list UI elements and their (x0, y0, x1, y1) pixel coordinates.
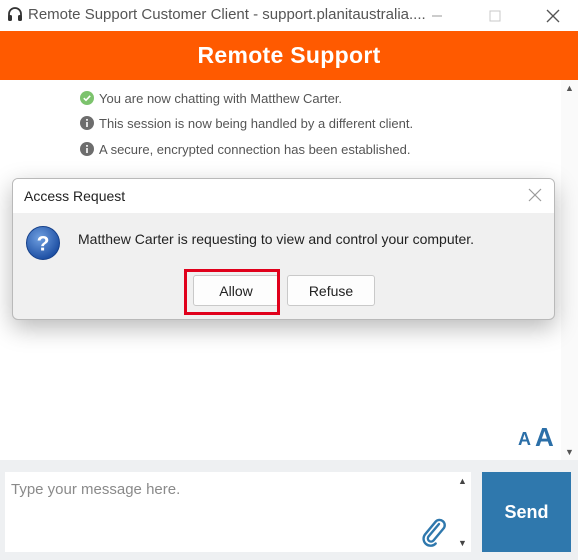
dialog-titlebar: Access Request (13, 179, 554, 213)
message-input[interactable] (5, 472, 454, 552)
input-scroll-up-icon[interactable]: ▲ (458, 476, 467, 486)
dialog-close-icon[interactable] (528, 188, 542, 202)
app-header: Remote Support (0, 31, 578, 80)
chat-message-text: A secure, encrypted connection has been … (99, 141, 411, 157)
info-icon (80, 116, 94, 130)
chat-scrollbar[interactable]: ▲ ▼ (561, 80, 578, 460)
maximize-icon (489, 10, 501, 21)
refuse-button[interactable]: Refuse (287, 275, 375, 306)
increase-font-button[interactable]: A (535, 424, 554, 450)
paperclip-icon[interactable] (420, 516, 448, 548)
header-title: Remote Support (197, 42, 381, 68)
decrease-font-button[interactable]: A (518, 429, 531, 450)
send-button[interactable]: Send (482, 472, 571, 552)
dialog-message: Matthew Carter is requesting to view and… (78, 231, 475, 247)
window-title: Remote Support Customer Client - support… (28, 6, 426, 23)
check-circle-icon (80, 91, 94, 105)
access-request-dialog: Access Request ? Matthew Carter is reque… (12, 178, 555, 320)
dialog-title: Access Request (24, 188, 126, 204)
chat-message-text: This session is now being handled by a d… (99, 115, 414, 131)
input-scroll-down-icon[interactable]: ▼ (458, 538, 467, 548)
headset-icon (8, 7, 22, 21)
info-icon (80, 142, 94, 156)
chat-message: You are now chatting with Matthew Carter… (80, 89, 342, 107)
input-scrollbar[interactable]: ▲ ▼ (454, 472, 471, 552)
chat-message: This session is now being handled by a d… (80, 114, 413, 132)
allow-button[interactable]: Allow (193, 275, 279, 306)
question-icon: ? (26, 226, 60, 260)
chat-message-text: You are now chatting with Matthew Carter… (99, 90, 343, 106)
chat-message: A secure, encrypted connection has been … (80, 140, 411, 158)
minimize-icon (432, 15, 442, 16)
window-titlebar: Remote Support Customer Client - support… (0, 0, 578, 31)
scroll-down-icon[interactable]: ▼ (565, 447, 574, 457)
scroll-up-icon[interactable]: ▲ (565, 83, 574, 93)
close-button[interactable] (530, 0, 576, 31)
font-size-control: A A (518, 424, 554, 450)
close-icon (546, 9, 560, 22)
minimize-button[interactable] (414, 0, 460, 31)
maximize-button[interactable] (472, 0, 518, 31)
svg-text:?: ? (37, 233, 50, 256)
